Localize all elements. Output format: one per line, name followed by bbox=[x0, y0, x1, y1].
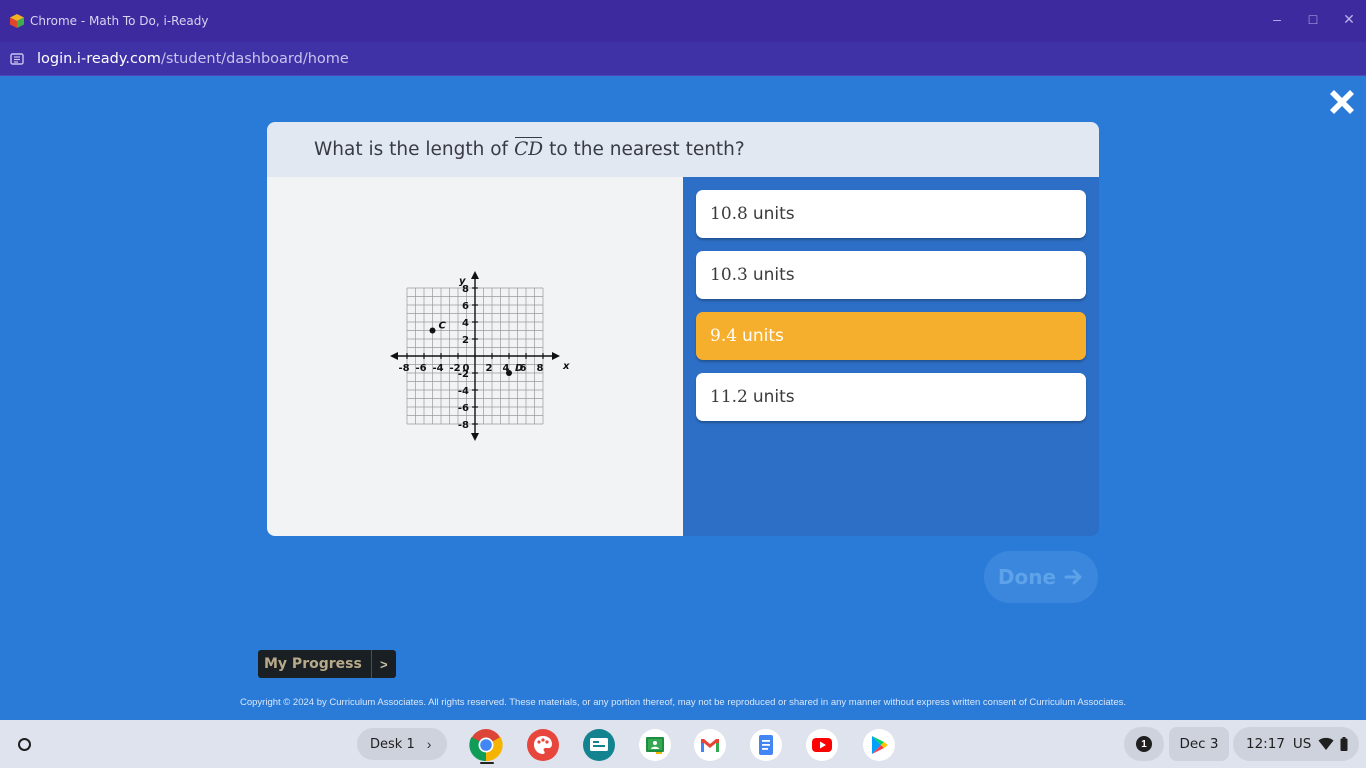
x-axis-arrow bbox=[390, 352, 398, 360]
point-label: C bbox=[439, 321, 447, 332]
answer-unit: units bbox=[752, 204, 795, 224]
gmail-icon[interactable] bbox=[693, 728, 727, 762]
url-text[interactable]: login.i-ready.com/student/dashboard/home bbox=[37, 51, 349, 67]
x-axis-label: x bbox=[562, 361, 570, 372]
x-axis-arrow bbox=[552, 352, 560, 360]
my-progress-button[interactable]: My Progress > bbox=[258, 650, 396, 678]
point-label: D bbox=[515, 363, 523, 374]
close-window-icon[interactable]: ✕ bbox=[1342, 12, 1356, 26]
answer-value: 10.3 bbox=[710, 265, 748, 285]
youtube-icon[interactable] bbox=[805, 728, 839, 762]
answer-choices: 10.8 units 10.3 units 9.4 units 11.2 uni… bbox=[683, 177, 1099, 536]
x-tick-label: 2 bbox=[486, 363, 493, 374]
y-axis-arrow bbox=[471, 433, 479, 441]
clock-time: 12:17 bbox=[1246, 736, 1285, 752]
chrome-icon[interactable] bbox=[469, 728, 503, 762]
y-tick-label: 8 bbox=[462, 284, 469, 295]
wifi-icon bbox=[1318, 737, 1334, 750]
question-prefix: What is the length of bbox=[314, 139, 509, 160]
x-tick-label: -6 bbox=[415, 363, 426, 374]
copyright-text: Copyright © 2024 by Curriculum Associate… bbox=[240, 697, 1126, 708]
answer-choice-2[interactable]: 10.3 units bbox=[696, 251, 1086, 299]
address-bar[interactable]: login.i-ready.com/student/dashboard/home bbox=[0, 42, 1366, 76]
play-store-icon[interactable] bbox=[862, 728, 896, 762]
y-tick-label: -4 bbox=[458, 386, 469, 397]
question-suffix: to the nearest tenth? bbox=[549, 139, 745, 160]
y-tick-label: -8 bbox=[458, 420, 469, 431]
classroom-slides-icon[interactable] bbox=[582, 728, 616, 762]
answer-choice-1[interactable]: 10.8 units bbox=[696, 190, 1086, 238]
answer-unit: units bbox=[742, 326, 784, 346]
iready-cube-icon bbox=[10, 14, 24, 28]
launcher-icon bbox=[17, 737, 31, 751]
google-classroom-icon[interactable] bbox=[638, 728, 672, 762]
y-tick-label: -2 bbox=[458, 369, 469, 380]
answer-value: 9.4 bbox=[710, 326, 738, 346]
done-label: Done bbox=[997, 565, 1057, 589]
answer-value: 10.8 bbox=[710, 204, 748, 224]
x-tick-label: 8 bbox=[537, 363, 544, 374]
input-language: US bbox=[1292, 736, 1312, 752]
window-title: Chrome - Math To Do, i-Ready bbox=[30, 14, 209, 28]
x-tick-label: -4 bbox=[432, 363, 443, 374]
active-app-indicator bbox=[480, 762, 494, 764]
coordinate-graph: xy-8 -6 -4 -2 0 2 4 6 88642-2-4-6-8CD bbox=[390, 271, 570, 441]
y-axis-arrow bbox=[471, 271, 479, 279]
y-tick-label: 6 bbox=[462, 301, 469, 312]
question-prompt: What is the length of CD to the nearest … bbox=[267, 122, 1099, 177]
answer-choice-4[interactable]: 11.2 units bbox=[696, 373, 1086, 421]
answer-choice-3[interactable]: 9.4 units bbox=[696, 312, 1086, 360]
x-tick-label: -8 bbox=[398, 363, 409, 374]
done-button[interactable]: Done bbox=[984, 551, 1098, 603]
my-progress-label: My Progress bbox=[264, 656, 362, 672]
google-docs-icon[interactable] bbox=[749, 728, 783, 762]
minimize-icon[interactable]: – bbox=[1270, 12, 1284, 26]
answer-unit: units bbox=[752, 265, 795, 285]
notification-tray[interactable]: 1 bbox=[1124, 727, 1164, 761]
chevron-right-icon: > bbox=[370, 650, 396, 678]
question-card: What is the length of CD to the nearest … bbox=[267, 122, 1099, 536]
arrow-right-icon bbox=[1064, 569, 1082, 585]
window-title-bar: Chrome - Math To Do, i-Ready – □ ✕ bbox=[0, 0, 1366, 42]
point-c bbox=[429, 327, 436, 334]
notification-count: 1 bbox=[1136, 736, 1152, 752]
maximize-icon[interactable]: □ bbox=[1306, 12, 1320, 26]
y-tick-label: 4 bbox=[462, 318, 469, 329]
battery-icon bbox=[1340, 737, 1348, 751]
point-d bbox=[506, 370, 512, 376]
canvas-paint-icon[interactable] bbox=[526, 728, 560, 762]
chevron-right-icon: › bbox=[426, 736, 432, 752]
status-area[interactable]: 12:17 US bbox=[1233, 727, 1359, 761]
answer-value: 11.2 bbox=[710, 387, 748, 407]
site-info-icon[interactable] bbox=[10, 52, 24, 66]
calendar-date[interactable]: Dec 3 bbox=[1169, 727, 1229, 761]
close-lesson-icon[interactable] bbox=[1326, 86, 1358, 118]
y-tick-label: 2 bbox=[462, 335, 469, 346]
desk-label: Desk 1 bbox=[370, 736, 415, 752]
answer-unit: units bbox=[752, 387, 795, 407]
launcher-button[interactable] bbox=[9, 729, 39, 759]
graph-pane: x y -8 -6 -4 -2 0 2 4 6 8 8 6 4 2 -2 -4 -6 -8 C D bbox=[267, 177, 683, 536]
window-controls: – □ ✕ bbox=[1270, 12, 1356, 26]
y-tick-label: -6 bbox=[458, 403, 469, 414]
desk-switcher[interactable]: Desk 1 › bbox=[357, 728, 447, 760]
segment-label: CD bbox=[514, 137, 544, 160]
